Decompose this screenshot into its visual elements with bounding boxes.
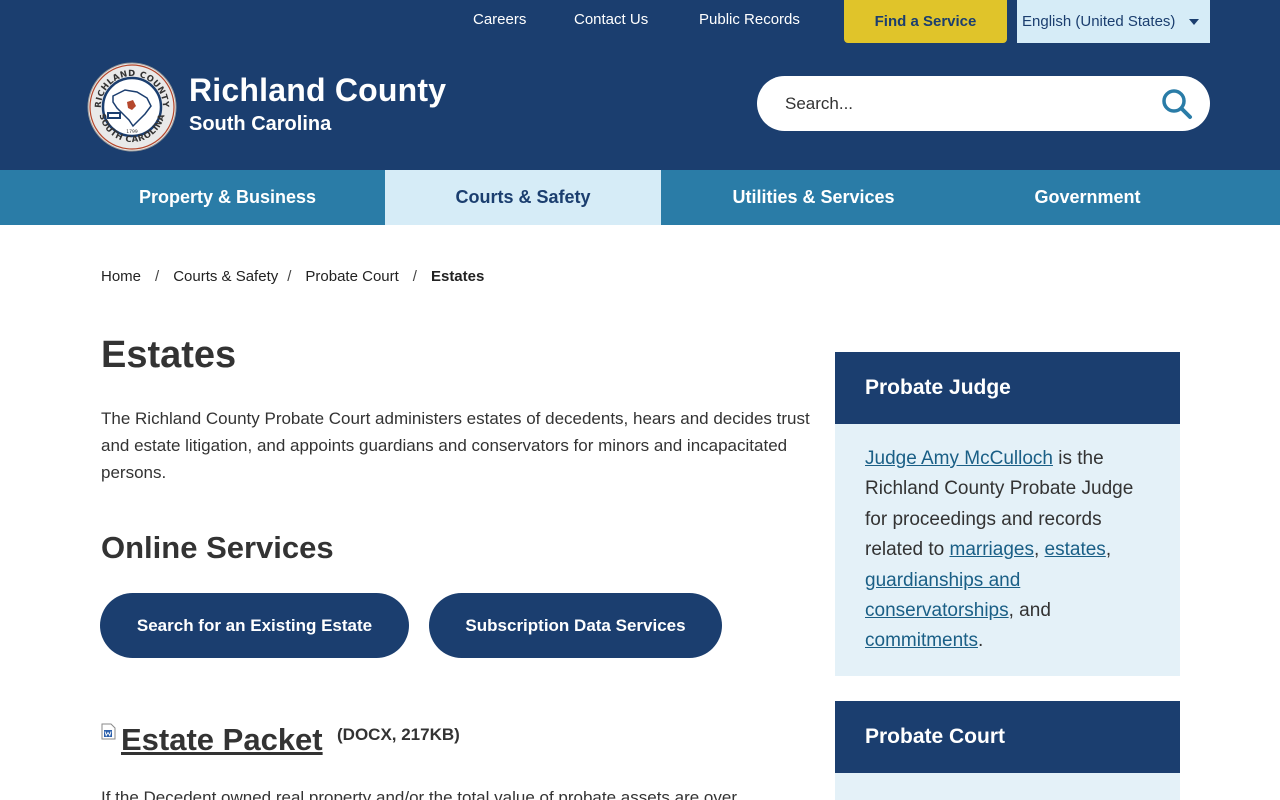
subscription-data-services-button[interactable]: Subscription Data Services [429, 593, 722, 658]
estate-packet-file-info: (DOCX, 217KB) [337, 725, 460, 744]
judge-amy-mcculloch-link[interactable]: Judge Amy McCulloch [865, 448, 1053, 469]
language-select[interactable]: English (United States) [1017, 0, 1210, 43]
utility-bar: Careers Contact Us Public Records Find a… [0, 0, 1280, 43]
breadcrumb-probate-court[interactable]: Probate Court [305, 268, 398, 285]
search-existing-estate-button[interactable]: Search for an Existing Estate [100, 593, 409, 658]
main-navigation: Property & Business Courts & Safety Util… [0, 170, 1280, 225]
estates-link[interactable]: estates [1045, 539, 1106, 560]
site-subtitle: South Carolina [189, 113, 332, 135]
nav-government[interactable]: Government [966, 170, 1209, 225]
search-icon[interactable] [1160, 87, 1194, 121]
marriages-link[interactable]: marriages [950, 539, 1034, 560]
and-text: , and [1008, 600, 1051, 622]
public-records-link[interactable]: Public Records [699, 11, 800, 28]
page-title: Estates [101, 334, 237, 376]
breadcrumb-home[interactable]: Home [101, 268, 141, 285]
caret-down-icon [1189, 19, 1199, 25]
intro-paragraph: The Richland County Probate Court admini… [101, 409, 810, 482]
site-title[interactable]: Richland County [189, 72, 446, 109]
comma-text: , [1105, 539, 1112, 561]
breadcrumb-separator: / [412, 268, 417, 285]
find-a-service-button[interactable]: Find a Service [844, 0, 1007, 43]
nav-courts-safety[interactable]: Courts & Safety [385, 170, 661, 225]
comma-text: , [1033, 539, 1045, 561]
breadcrumb-separator: / [155, 268, 160, 285]
guardianships-conservatorships-link[interactable]: guardianships and conservatorships [865, 570, 1020, 621]
commitments-link[interactable]: commitments [865, 630, 978, 651]
word-document-icon [101, 723, 116, 740]
language-label: English (United States) [1022, 13, 1176, 30]
site-header: RICHLAND COUNTY SOUTH CAROLINA 1799 Rich… [0, 43, 1280, 170]
online-services-heading: Online Services [101, 530, 334, 565]
search-input[interactable] [785, 86, 1145, 121]
probate-judge-text: Judge Amy McCulloch is the Richland Coun… [865, 444, 1155, 657]
probate-court-panel [835, 773, 1180, 800]
seal-year: 1799 [126, 129, 138, 135]
county-seal-logo[interactable]: RICHLAND COUNTY SOUTH CAROLINA 1799 [87, 62, 177, 152]
breadcrumb-courts-safety[interactable]: Courts & Safety [173, 268, 278, 285]
careers-link[interactable]: Careers [473, 11, 526, 28]
breadcrumb-current: Estates [430, 268, 485, 285]
nav-property-business[interactable]: Property & Business [85, 170, 370, 225]
search-box [757, 76, 1210, 131]
breadcrumb-separator: / [287, 268, 292, 285]
probate-judge-heading: Probate Judge [835, 352, 1180, 424]
period-text: . [977, 630, 984, 652]
probate-court-heading: Probate Court [835, 701, 1180, 773]
estate-packet-link[interactable]: Estate Packet [121, 722, 323, 758]
probate-judge-panel: Judge Amy McCulloch is the Richland Coun… [835, 424, 1180, 676]
breadcrumb: Home / Courts & Safety / Probate Court / Estat… [101, 268, 484, 285]
contact-us-link[interactable]: Contact Us [574, 11, 648, 28]
estate-packet-description: If the Decedent owned real property and/… [101, 788, 737, 800]
nav-utilities-services[interactable]: Utilities & Services [661, 170, 966, 225]
